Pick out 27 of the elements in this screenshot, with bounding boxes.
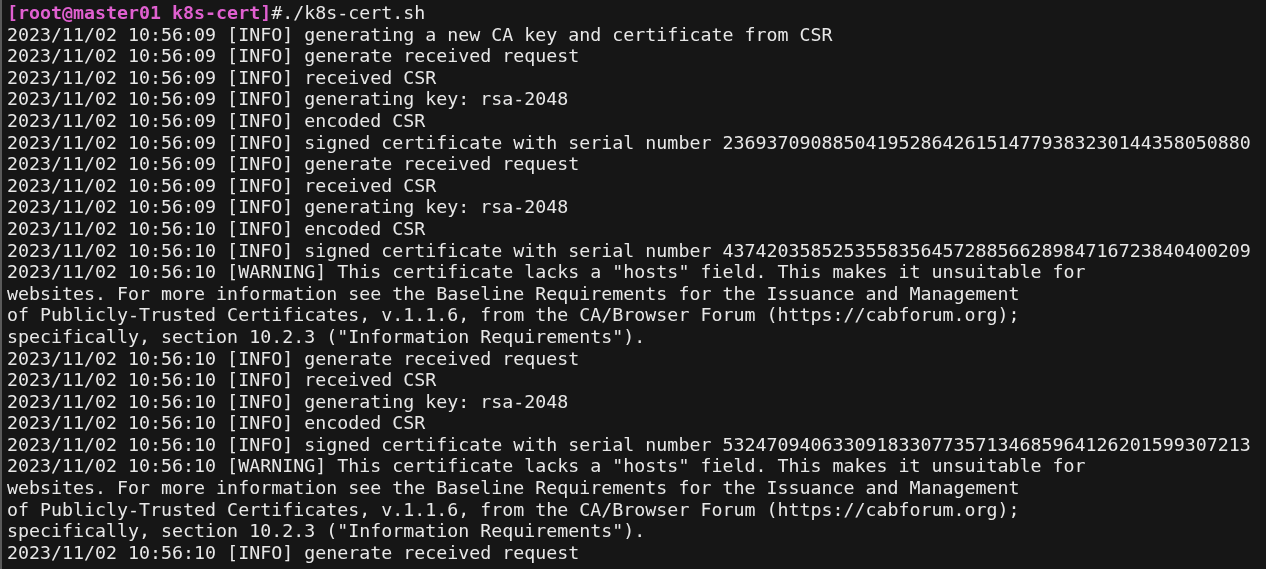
output-line: 2023/11/02 10:56:10 [INFO] generating key: rsa-2048 [7,390,569,413]
output-line: 2023/11/02 10:56:10 [INFO] encoded CSR [7,412,426,434]
output-line: 2023/11/02 10:56:09 [INFO] signed certificate with serial number 236937090885041952864261514779383230144358050880 [7,131,1251,154]
output-line: 2023/11/02 10:56:10 [WARNING] This certificate lacks a "hosts" field. This makes it unsuitable for [7,455,1086,478]
output-line: 2023/11/02 10:56:09 [INFO] generate received request [7,45,580,67]
output-line: 2023/11/02 10:56:09 [INFO] generating key: rsa-2048 [7,88,569,110]
output-line: websites. For more information see the Baseline Requirements for the Issuance and Management [7,477,1020,499]
command-text: #./k8s-cert.sh [271,2,426,24]
output-line: of Publicly-Trusted Certificates, v.1.1.6, from the CA/Browser Forum (https://cabforum.org); [7,498,1020,521]
output-line: websites. For more information see the Baseline Requirements for the Issuance and Management [7,282,1020,305]
output-line: 2023/11/02 10:56:10 [INFO] generate received request [7,541,580,564]
output-line: specifically, section 10.2.3 ("Information Requirements"). [7,325,646,348]
output-line: 2023/11/02 10:56:10 [WARNING] This certificate lacks a "hosts" field. This makes it unsuitable for [7,261,1086,283]
output-line: 2023/11/02 10:56:09 [INFO] encoded CSR [7,109,426,132]
output-line: 2023/11/02 10:56:09 [INFO] received CSR [7,66,437,89]
output-line: 2023/11/02 10:56:09 [INFO] received CSR [7,174,437,197]
output-line: 2023/11/02 10:56:09 [INFO] generating a new CA key and certificate from CSR [7,23,833,46]
output-line: 2023/11/02 10:56:10 [INFO] signed certificate with serial number 437420358525355835645728856628984716723840400209 [7,239,1251,262]
output-line: 2023/11/02 10:56:10 [INFO] received CSR [7,369,437,391]
output-line: 2023/11/02 10:56:10 [INFO] generate received request [7,347,580,370]
output-line: of Publicly-Trusted Certificates, v.1.1.6, from the CA/Browser Forum (https://cabforum.org); [7,304,1020,326]
output-line: 2023/11/02 10:56:09 [INFO] generating key: rsa-2048 [7,196,569,218]
output-line: 2023/11/02 10:56:10 [INFO] encoded CSR [7,217,426,240]
output-line: 2023/11/02 10:56:10 [INFO] signed certificate with serial number 532470940633091833077357134685964126201599307213 [7,433,1251,456]
output-line: specifically, section 10.2.3 ("Information Requirements"). [7,520,646,542]
shell-prompt: [root@master01 k8s-cert] [7,2,272,24]
output-line: 2023/11/02 10:56:09 [INFO] generate received request [7,153,580,175]
